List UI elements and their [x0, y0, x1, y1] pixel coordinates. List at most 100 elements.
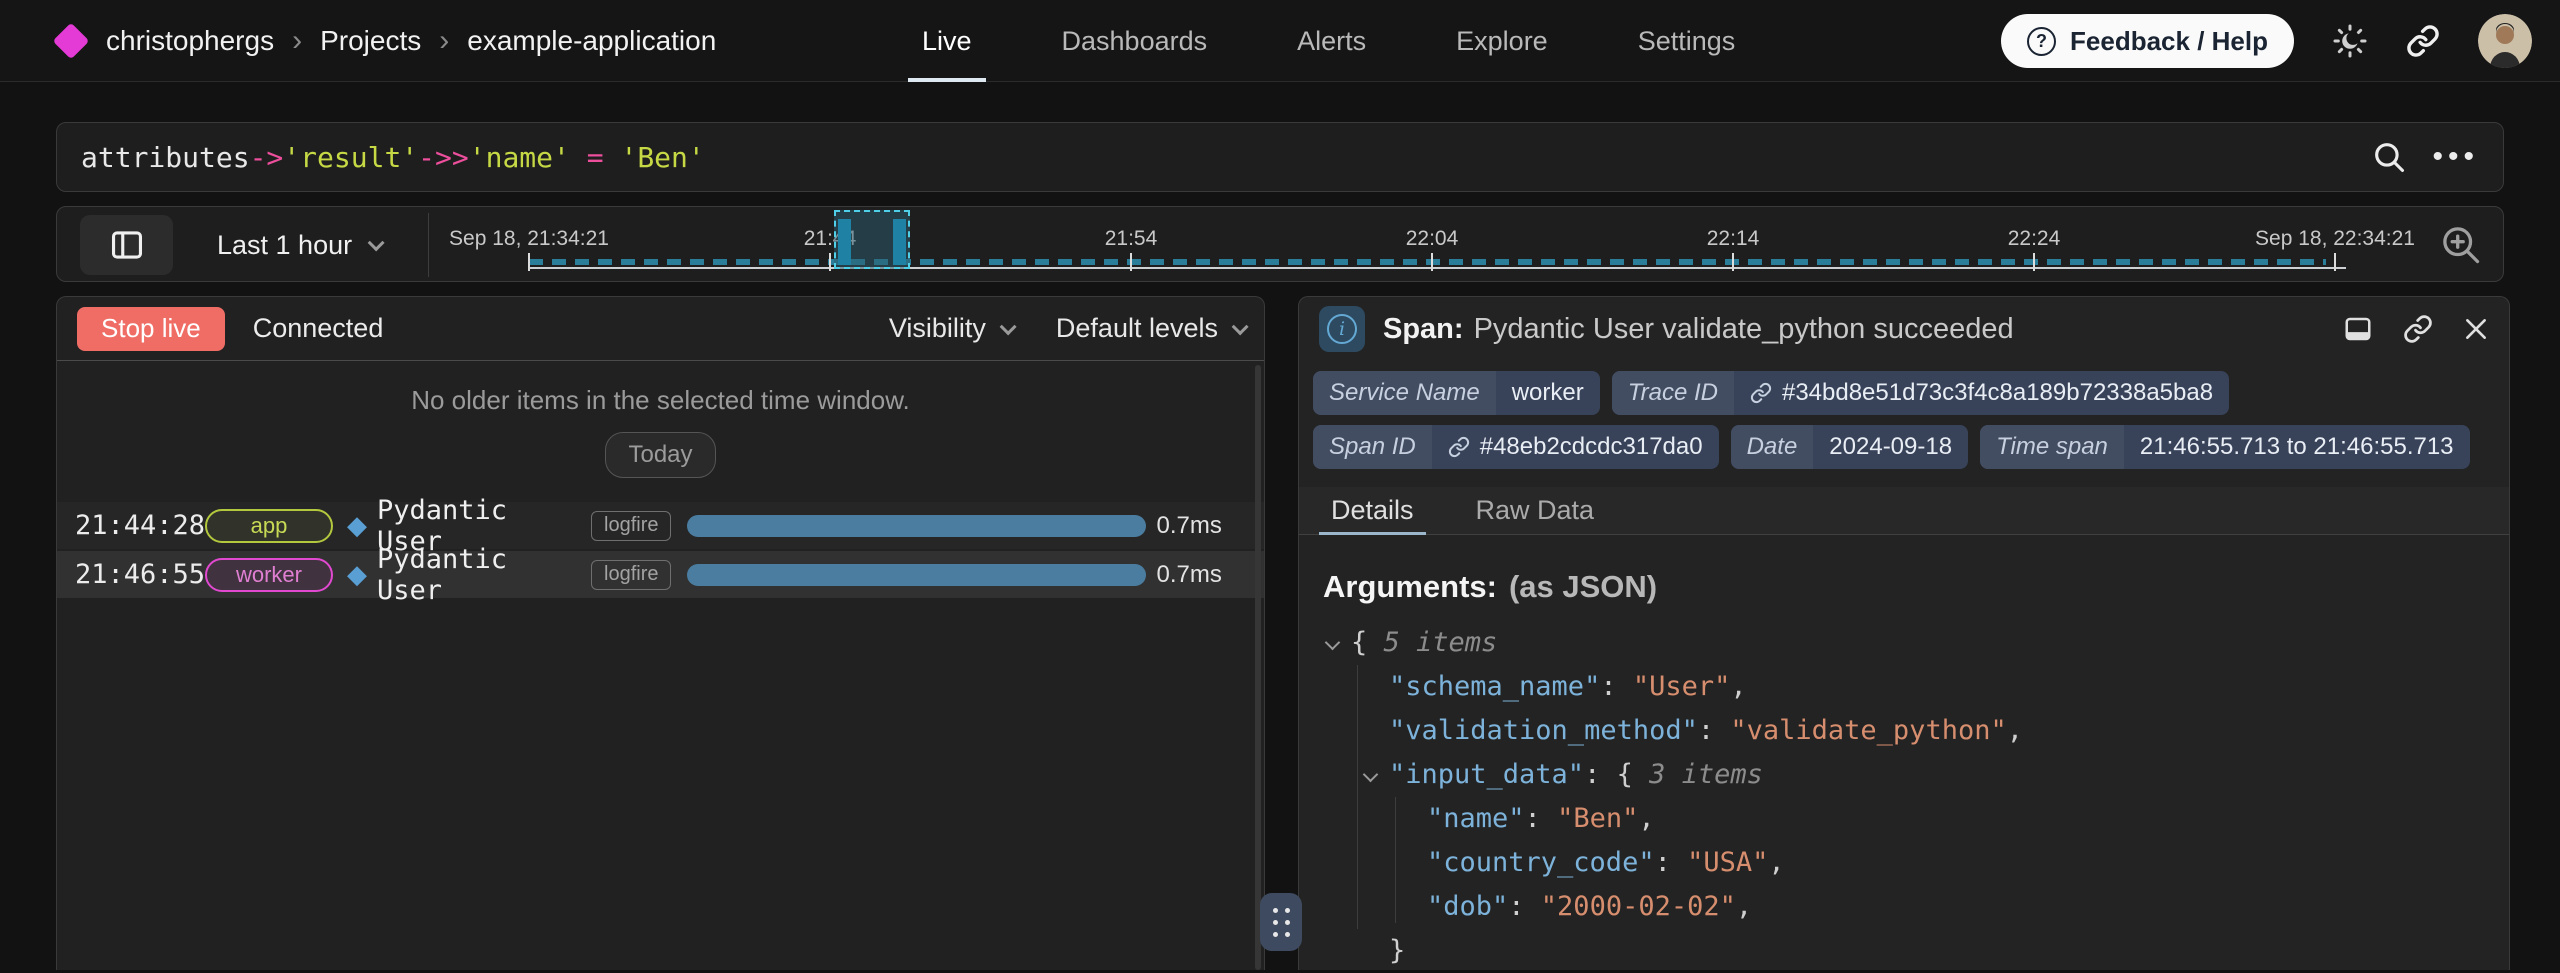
logo-diamond[interactable] [53, 23, 90, 60]
panel-resize-handle[interactable] [1260, 893, 1302, 951]
json-line: "country_code": "USA", [1323, 841, 2485, 885]
json-token: { [1351, 627, 1384, 658]
tab-explore[interactable]: Explore [1442, 0, 1562, 82]
link-icon[interactable] [2403, 314, 2433, 344]
query-token: 'name' [469, 141, 570, 174]
json-line: "validation_method": "validate_python", [1323, 709, 2485, 753]
zoom-in-icon[interactable] [2439, 223, 2483, 272]
close-icon[interactable] [2463, 316, 2489, 342]
breadcrumb-separator: › [292, 24, 302, 58]
json-token: "schema_name" [1389, 671, 1600, 702]
stop-live-button[interactable]: Stop live [77, 307, 225, 351]
query-text[interactable]: attributes->'result'->>'name' = 'Ben' [81, 141, 705, 174]
live-panel-header: Stop live Connected Visibility Default l… [57, 297, 1264, 361]
feedback-help-button[interactable]: ? Feedback / Help [2001, 14, 2294, 68]
span-detail-panel: i Span:Pydantic User validate_python suc… [1298, 296, 2510, 970]
span-duration-bar [687, 564, 1146, 586]
json-token: "validate_python" [1730, 715, 2006, 746]
json-token: 5 items [1384, 627, 1498, 658]
theme-toggle-icon[interactable] [2332, 23, 2368, 59]
json-token: "dob" [1427, 891, 1508, 922]
search-icon[interactable] [2372, 140, 2406, 174]
json-token: : [1655, 847, 1688, 878]
share-link-icon[interactable] [2406, 24, 2440, 58]
chevron-down-icon [1232, 318, 1249, 335]
detail-tabs: Details Raw Data [1299, 487, 2509, 535]
timeline-axis [529, 267, 2346, 269]
top-nav-bar: christophergs › Projects › example-appli… [0, 0, 2560, 82]
query-token: -> [250, 141, 284, 174]
time-range-dropdown[interactable]: Last 1 hour [217, 207, 380, 283]
breadcrumb: christophergs › Projects › example-appli… [58, 0, 716, 82]
log-row-selected[interactable]: 21:46:55 worker ◆ Pydantic User logfire … [57, 551, 1264, 598]
json-token: : [1525, 803, 1558, 834]
tab-live[interactable]: Live [908, 0, 986, 82]
json-token: "User" [1633, 671, 1731, 702]
json-token: , [1730, 671, 1746, 702]
json-line: "input_data": { 3 items [1323, 753, 2485, 797]
tab-dashboards[interactable]: Dashboards [1048, 0, 1222, 82]
span-diamond-icon: ◆ [347, 510, 371, 541]
json-line: "name": "Ben", [1323, 797, 2485, 841]
scrollbar[interactable] [1255, 365, 1261, 970]
query-token: = [570, 141, 621, 174]
collapse-chevron-icon[interactable] [1363, 767, 1379, 783]
timeline-selection-window[interactable] [834, 210, 910, 269]
query-token: attributes [81, 141, 250, 174]
collapse-chevron-icon[interactable] [1325, 635, 1341, 651]
log-row[interactable]: 21:44:28 app ◆ Pydantic User logfire 0.7… [57, 502, 1264, 549]
help-circle-icon: ? [2027, 27, 2056, 56]
json-token: : [1600, 671, 1633, 702]
timeline-activity-bar [838, 219, 851, 265]
json-token: "USA" [1687, 847, 1768, 878]
tab-alerts[interactable]: Alerts [1283, 0, 1380, 82]
breadcrumb-projects[interactable]: Projects [320, 25, 421, 57]
span-title: Pydantic User [377, 544, 575, 606]
sidebar-toggle-button[interactable] [80, 215, 173, 275]
json-token: "validation_method" [1389, 715, 1698, 746]
json-token: : [1698, 715, 1731, 746]
dock-bottom-icon[interactable] [2343, 314, 2373, 344]
tab-details[interactable]: Details [1325, 487, 1420, 534]
breadcrumb-separator: › [439, 24, 449, 58]
query-token: 'result' [283, 141, 418, 174]
time-span-badge: Time span 21:46:55.713 to 21:46:55.713 [1980, 425, 2469, 469]
live-view-panel: Stop live Connected Visibility Default l… [56, 296, 1265, 970]
breadcrumb-org[interactable]: christophergs [106, 25, 274, 57]
json-token: } [1389, 935, 1405, 966]
span-duration-bar [687, 515, 1146, 537]
scope-badge: logfire [591, 511, 671, 541]
json-token: : { [1584, 759, 1649, 790]
span-duration-label: 0.7ms [1156, 561, 1221, 589]
timeline-baseline [529, 259, 2326, 265]
user-avatar[interactable] [2478, 14, 2532, 68]
visibility-dropdown[interactable]: Visibility [889, 313, 1012, 344]
query-input-bar[interactable]: attributes->'result'->>'name' = 'Ben' ••… [56, 122, 2504, 192]
span-detail-header: i Span:Pydantic User validate_python suc… [1299, 297, 2509, 361]
tab-raw-data[interactable]: Raw Data [1470, 487, 1601, 534]
span-id-badge[interactable]: Span ID #48eb2cdcdc317da0 [1313, 425, 1719, 469]
json-token: , [1638, 803, 1654, 834]
drag-handle-icon [1273, 908, 1290, 937]
more-dots-icon[interactable]: ••• [2432, 140, 2479, 174]
today-chip[interactable]: Today [605, 432, 715, 478]
tab-settings[interactable]: Settings [1624, 0, 1750, 82]
default-levels-dropdown[interactable]: Default levels [1056, 313, 1244, 344]
breadcrumb-project[interactable]: example-application [467, 25, 716, 57]
json-token: , [2007, 715, 2023, 746]
time-range-bar: Last 1 hour Sep 18, 21:34:21 21:44 21:54… [56, 206, 2504, 282]
span-meta-badges: Service Name worker Trace ID #34bd8e51d7… [1299, 361, 2509, 469]
time-range-label: Last 1 hour [217, 230, 352, 261]
date-badge: Date 2024-09-18 [1731, 425, 1968, 469]
json-line: { 5 items [1323, 621, 2485, 665]
feedback-help-label: Feedback / Help [2070, 26, 2268, 57]
span-diamond-icon: ◆ [347, 559, 371, 590]
json-tree: { 5 items"schema_name": "User","validati… [1323, 621, 2485, 973]
query-token: 'Ben' [620, 141, 704, 174]
info-icon: i [1319, 306, 1365, 352]
log-timestamp: 21:44:28 [75, 510, 205, 541]
scope-badge: logfire [591, 560, 671, 590]
span-duration-label: 0.7ms [1156, 512, 1221, 540]
trace-id-badge[interactable]: Trace ID #34bd8e51d73c3f4c8a189b72338a5b… [1612, 371, 2229, 415]
json-line: "schema_name": "User", [1323, 665, 2485, 709]
